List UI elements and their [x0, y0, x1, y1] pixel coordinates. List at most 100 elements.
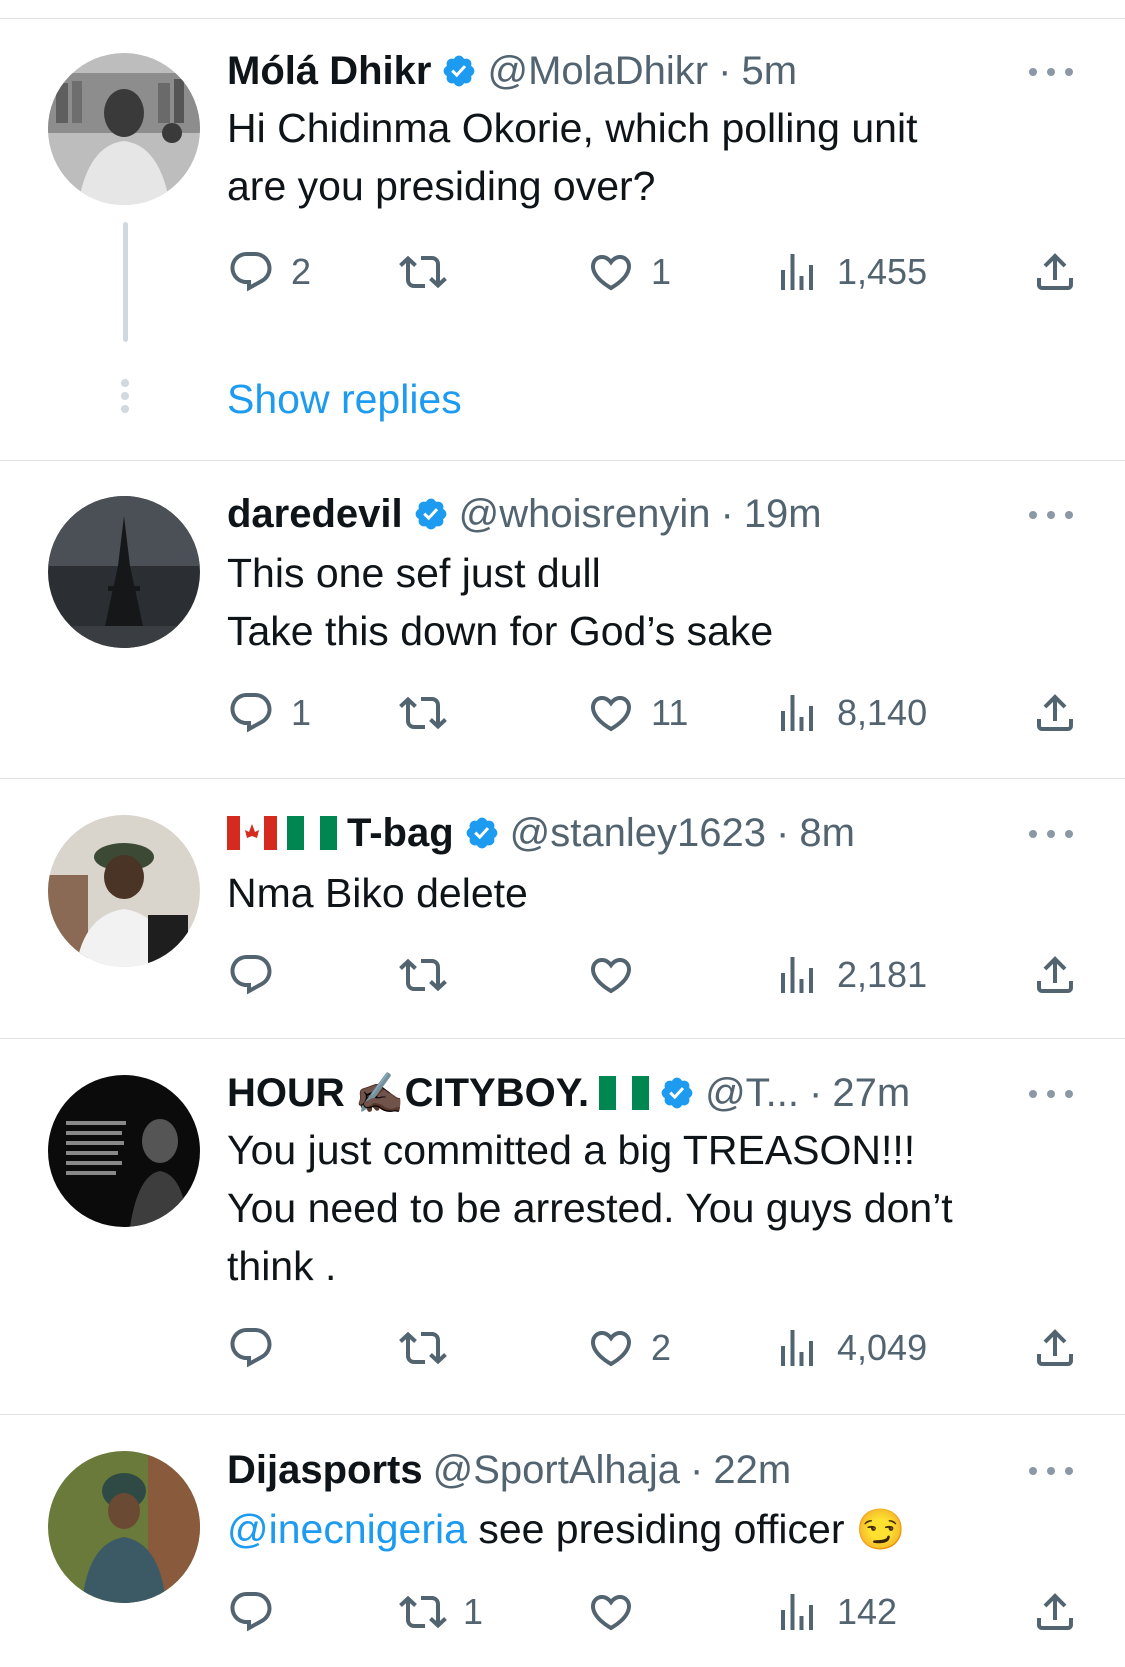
- tweet-header: Dijasports @SportAlhaja · 22m: [227, 1443, 791, 1497]
- tweet-text-line: This one sef just dull: [227, 550, 601, 596]
- share-button[interactable]: [1031, 683, 1079, 743]
- tweet-text-line: You just committed a big TREASON!!!: [227, 1127, 916, 1173]
- reply-icon: [227, 1588, 275, 1636]
- handle[interactable]: @T...: [705, 1071, 799, 1116]
- reply-count: 1: [291, 692, 312, 733]
- reply-count: 2: [291, 251, 312, 292]
- like-count: 11: [651, 692, 689, 733]
- reply-button[interactable]: [227, 945, 291, 1005]
- tweet-text: @inecnigeria see presiding officer 😏: [227, 1500, 1087, 1559]
- retweet-count: 1: [463, 1591, 484, 1632]
- share-button[interactable]: [1031, 1318, 1079, 1378]
- nigeria-flag-icon: [599, 1076, 650, 1110]
- verified-badge-icon: [413, 496, 449, 532]
- avatar[interactable]: [48, 53, 200, 205]
- thread-line: [123, 222, 128, 342]
- display-name[interactable]: Dijasports: [227, 1448, 423, 1493]
- views-count: 142: [837, 1591, 898, 1632]
- handle[interactable]: @stanley1623: [510, 811, 766, 856]
- retweet-button[interactable]: 1: [399, 1582, 483, 1642]
- separator-dot: ·: [776, 810, 790, 855]
- views-button[interactable]: 142: [773, 1582, 897, 1642]
- share-icon: [1031, 1588, 1079, 1636]
- share-icon: [1031, 1324, 1079, 1372]
- display-name-part[interactable]: HOUR: [227, 1071, 345, 1116]
- more-options-icon[interactable]: [1029, 505, 1073, 525]
- share-button[interactable]: [1031, 242, 1079, 302]
- tweet-text-line: think .: [227, 1243, 337, 1289]
- separator-dot: ·: [809, 1070, 823, 1115]
- views-button[interactable]: 8,140: [773, 683, 927, 743]
- like-button[interactable]: 11: [587, 683, 688, 743]
- separator-dot: ·: [718, 48, 732, 93]
- timestamp[interactable]: 22m: [713, 1448, 791, 1493]
- retweet-button[interactable]: [399, 945, 463, 1005]
- tweet-text: You just committed a big TREASON!!! You …: [227, 1121, 1087, 1295]
- heart-icon: [587, 1588, 635, 1636]
- display-name[interactable]: Mólá Dhikr: [227, 49, 431, 94]
- handle[interactable]: @MolaDhikr: [487, 49, 708, 94]
- show-replies-link[interactable]: Show replies: [227, 376, 462, 423]
- like-button[interactable]: 1: [587, 242, 671, 302]
- views-count: 1,455: [837, 251, 928, 292]
- tweet-text-line: Nma Biko delete: [227, 870, 528, 916]
- action-bar: 2,181: [227, 945, 1087, 1005]
- timestamp[interactable]: 19m: [744, 492, 822, 537]
- writing-hand-emoji: ✍🏿: [354, 1071, 405, 1116]
- views-button[interactable]: 2,181: [773, 945, 927, 1005]
- retweet-button[interactable]: [399, 683, 463, 743]
- thread-dots-icon: [121, 379, 129, 418]
- avatar[interactable]: [48, 815, 200, 967]
- display-name[interactable]: daredevil: [227, 492, 403, 537]
- more-options-icon[interactable]: [1029, 62, 1073, 82]
- heart-icon: [587, 951, 635, 999]
- reply-icon: [227, 248, 275, 296]
- share-button[interactable]: [1031, 945, 1079, 1005]
- retweet-icon: [399, 951, 447, 999]
- mention-link[interactable]: @inecnigeria: [227, 1506, 467, 1552]
- tweet-text-line: see presiding officer: [466, 1506, 856, 1552]
- handle[interactable]: @SportAlhaja: [433, 1448, 680, 1493]
- reply-icon: [227, 1324, 275, 1372]
- views-button[interactable]: 1,455: [773, 242, 927, 302]
- reply-button[interactable]: 2: [227, 242, 311, 302]
- views-button[interactable]: 4,049: [773, 1318, 927, 1378]
- timestamp[interactable]: 5m: [741, 49, 797, 94]
- avatar[interactable]: [48, 1075, 200, 1227]
- retweet-icon: [399, 689, 447, 737]
- smirk-emoji: 😏: [855, 1508, 906, 1552]
- share-button[interactable]: [1031, 1582, 1079, 1642]
- reply-button[interactable]: [227, 1582, 291, 1642]
- action-bar: 1 142: [227, 1582, 1087, 1642]
- retweet-button[interactable]: [399, 242, 463, 302]
- display-name[interactable]: T-bag: [347, 811, 454, 856]
- tweet-text-line: You need to be arrested. You guys don’t: [227, 1185, 953, 1231]
- reply-button[interactable]: [227, 1318, 291, 1378]
- heart-icon: [587, 1324, 635, 1372]
- retweet-button[interactable]: [399, 1318, 463, 1378]
- timestamp[interactable]: 8m: [799, 811, 855, 856]
- like-count: 1: [651, 251, 672, 292]
- reply-icon: [227, 689, 275, 737]
- avatar[interactable]: [48, 1451, 200, 1603]
- separator: [0, 778, 1125, 779]
- top-separator: [0, 18, 1125, 19]
- like-count: 2: [651, 1327, 672, 1368]
- more-options-icon[interactable]: [1029, 824, 1073, 844]
- timestamp[interactable]: 27m: [832, 1071, 910, 1116]
- handle[interactable]: @whoisrenyin: [459, 492, 711, 537]
- retweet-icon: [399, 1324, 447, 1372]
- more-options-icon[interactable]: [1029, 1084, 1073, 1104]
- reply-button[interactable]: 1: [227, 683, 311, 743]
- avatar[interactable]: [48, 496, 200, 648]
- display-name-part[interactable]: CITYBOY.: [405, 1071, 589, 1116]
- reply-icon: [227, 951, 275, 999]
- more-options-icon[interactable]: [1029, 1461, 1073, 1481]
- like-button[interactable]: 2: [587, 1318, 671, 1378]
- separator-dot: ·: [720, 491, 734, 536]
- tweet-text-line: Hi Chidinma Okorie, which polling unit: [227, 105, 918, 151]
- like-button[interactable]: [587, 1582, 651, 1642]
- like-button[interactable]: [587, 945, 651, 1005]
- share-icon: [1031, 248, 1079, 296]
- views-count: 2,181: [837, 954, 928, 995]
